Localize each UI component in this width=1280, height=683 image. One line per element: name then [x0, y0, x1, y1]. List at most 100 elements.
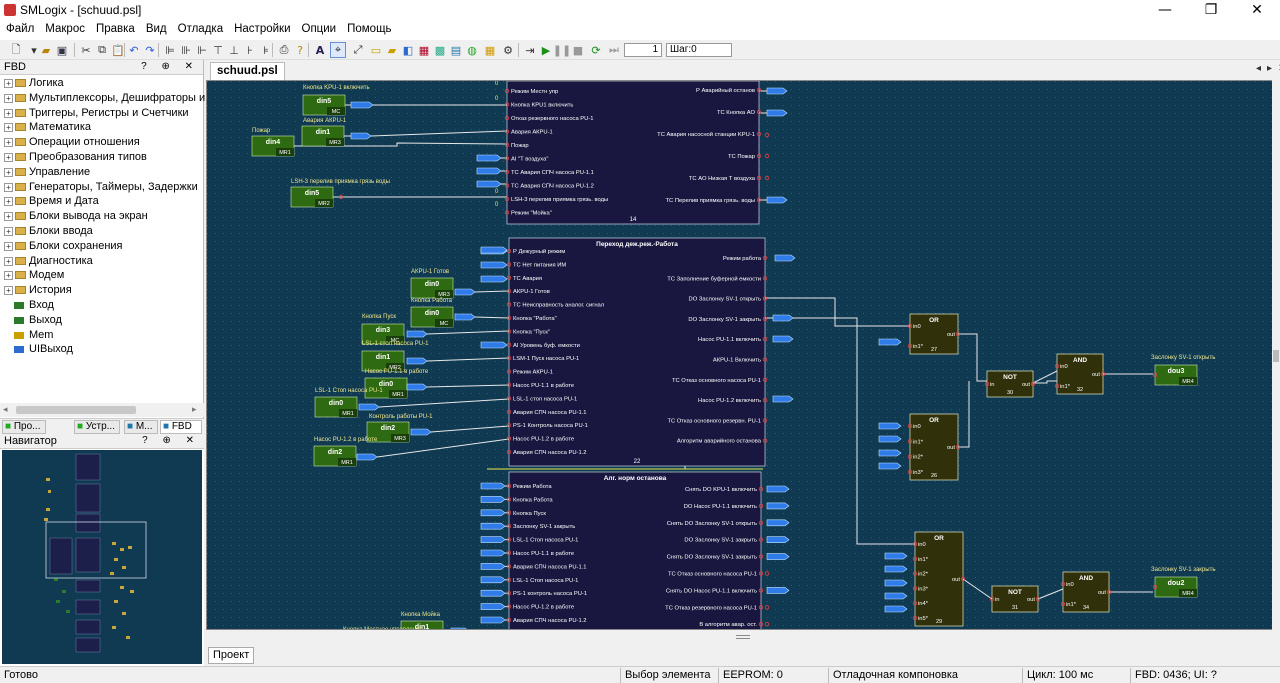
- menu-debug[interactable]: Отладка: [172, 20, 228, 35]
- menu-macro[interactable]: Макрос: [39, 20, 90, 35]
- tab-fbd[interactable]: ■ FBD: [160, 420, 202, 434]
- expand-icon[interactable]: +: [4, 197, 13, 207]
- fbd-diagram[interactable]: Режим Местн упр Кнопка KPU1 включить Отказ…: [207, 81, 1274, 630]
- select-tool-icon[interactable]: ⌖: [330, 42, 346, 58]
- connector-tag[interactable]: [480, 275, 508, 283]
- expand-icon[interactable]: +: [4, 256, 13, 266]
- connector-tag[interactable]: [772, 314, 794, 322]
- tree-item[interactable]: + Логика: [0, 76, 203, 91]
- grid-icon[interactable]: ▦: [482, 42, 498, 58]
- print-icon[interactable]: ⎙: [276, 42, 292, 58]
- connector-tag[interactable]: [766, 553, 790, 560]
- minimize-icon[interactable]: —: [1142, 0, 1188, 20]
- new-file-icon[interactable]: 🗋: [8, 42, 24, 58]
- connector-tag[interactable]: [410, 428, 432, 436]
- expand-icon[interactable]: +: [4, 138, 13, 148]
- connector-tag[interactable]: [766, 87, 788, 95]
- connector-tag[interactable]: [772, 335, 794, 343]
- connector-tag[interactable]: [766, 196, 788, 204]
- expand-icon[interactable]: +: [4, 241, 13, 251]
- connector-tag[interactable]: [476, 167, 502, 175]
- step-icon[interactable]: ⏭: [606, 42, 622, 58]
- maximize-icon[interactable]: ❐: [1188, 0, 1234, 20]
- connector-tag[interactable]: [406, 357, 428, 365]
- connector-tag[interactable]: [480, 549, 506, 557]
- connector-tag[interactable]: [772, 395, 794, 403]
- fbd-canvas[interactable]: Режим Местн упр Кнопка KPU1 включить Отказ…: [206, 80, 1274, 630]
- connector-tag[interactable]: [350, 101, 374, 109]
- connector-tag[interactable]: [350, 132, 372, 140]
- connector-tag[interactable]: [480, 536, 506, 543]
- expand-icon[interactable]: +: [4, 271, 13, 281]
- align-middle-icon[interactable]: ⊥: [226, 42, 242, 58]
- macro2-block[interactable]: [508, 237, 766, 467]
- tree-item[interactable]: + Время и Дата: [0, 194, 203, 209]
- step-count-input[interactable]: 1: [624, 43, 662, 57]
- canvas-splitter[interactable]: [206, 630, 1280, 644]
- expand-icon[interactable]: +: [4, 286, 13, 296]
- image-icon[interactable]: ▩: [432, 42, 448, 58]
- connector-tag[interactable]: [766, 587, 790, 594]
- connector-tag[interactable]: [454, 288, 476, 296]
- tree-item[interactable]: + История: [0, 283, 203, 298]
- tree-leaf[interactable]: Вход: [0, 298, 203, 313]
- monitor-icon[interactable]: ▤: [448, 42, 464, 58]
- connector-tag[interactable]: [480, 589, 506, 597]
- connector-tag[interactable]: [480, 576, 506, 584]
- tree-hscrollbar[interactable]: ◂ ▸: [0, 403, 204, 417]
- menu-options[interactable]: Опции: [296, 20, 342, 35]
- navigator-view[interactable]: [2, 450, 202, 664]
- connector-tag[interactable]: [476, 180, 502, 188]
- expand-icon[interactable]: +: [4, 123, 13, 133]
- connector-tag[interactable]: [454, 313, 476, 321]
- tree-item[interactable]: + Триггеры, Регистры и Счетчики: [0, 106, 203, 121]
- cut-icon[interactable]: ✂: [78, 42, 94, 58]
- connector-tag[interactable]: [878, 449, 902, 457]
- tree-leaf[interactable]: Выход: [0, 313, 203, 328]
- connector-tag[interactable]: [766, 519, 790, 527]
- connector-tag[interactable]: [480, 496, 506, 503]
- connector-tag[interactable]: [878, 462, 902, 470]
- connector-tag[interactable]: [480, 261, 508, 269]
- expand-icon[interactable]: +: [4, 167, 13, 177]
- stop-icon[interactable]: ■: [570, 42, 586, 58]
- expand-icon[interactable]: +: [4, 108, 13, 118]
- project-tab[interactable]: Проект: [208, 647, 255, 664]
- expand-icon[interactable]: +: [4, 226, 13, 236]
- link-tool-icon[interactable]: ⤢: [350, 42, 366, 58]
- block-icon[interactable]: ◧: [400, 42, 416, 58]
- tab-nav-buttons[interactable]: ◂▸✕: [1256, 63, 1280, 74]
- connector-tag[interactable]: [480, 563, 506, 570]
- connector-tag[interactable]: [878, 338, 902, 346]
- library-icon[interactable]: ▦: [416, 42, 432, 58]
- menu-view[interactable]: Вид: [140, 20, 172, 35]
- connector-tag[interactable]: [406, 383, 428, 391]
- connector-tag[interactable]: [356, 453, 378, 461]
- menu-file[interactable]: Файл: [0, 20, 39, 35]
- close-icon[interactable]: ✕: [1234, 0, 1280, 20]
- expand-icon[interactable]: +: [4, 79, 13, 88]
- connector-tag[interactable]: [406, 330, 428, 338]
- tree-item[interactable]: + Мультиплексоры, Дешифраторы и Де: [0, 91, 222, 106]
- connector-tag[interactable]: [878, 422, 902, 430]
- tree-leaf[interactable]: UIВыход: [0, 342, 203, 357]
- align-top-icon[interactable]: ⊤: [210, 42, 226, 58]
- connector-tag[interactable]: [480, 482, 506, 490]
- tree-item[interactable]: + Модем: [0, 268, 203, 283]
- restart-icon[interactable]: ⟳: [588, 42, 604, 58]
- tree-item[interactable]: + Математика: [0, 120, 203, 135]
- text-tool-icon[interactable]: A: [312, 42, 328, 58]
- tree-item[interactable]: + Блоки сохранения: [0, 239, 203, 254]
- undo-icon[interactable]: ↶: [126, 42, 142, 58]
- connector-tag[interactable]: [476, 154, 502, 162]
- connector-tag[interactable]: [480, 246, 508, 254]
- save-icon[interactable]: ▣: [54, 42, 70, 58]
- connector-tag[interactable]: [480, 509, 506, 517]
- connector-tag[interactable]: [884, 592, 908, 600]
- connector-tag[interactable]: [884, 605, 908, 613]
- connector-tag[interactable]: [766, 502, 790, 510]
- tree-item[interactable]: + Преобразования типов: [0, 150, 203, 165]
- globe-icon[interactable]: ◍: [464, 42, 480, 58]
- tab-schuud[interactable]: schuud.psl: [210, 62, 285, 80]
- menu-edit[interactable]: Правка: [90, 20, 140, 35]
